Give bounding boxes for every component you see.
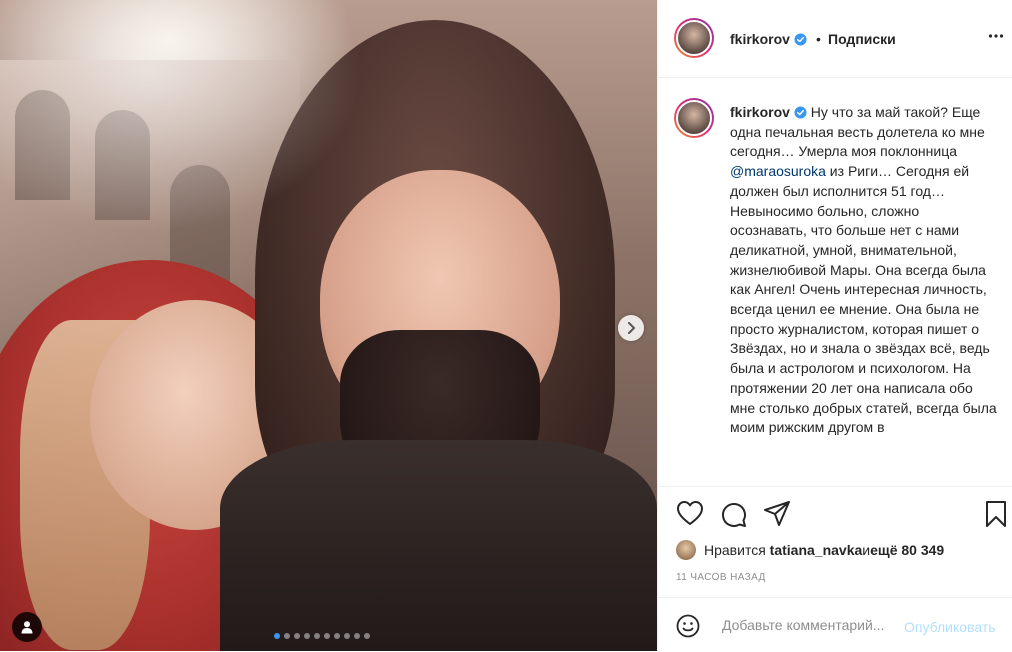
photo-sun-glare bbox=[0, 0, 657, 651]
likes-count[interactable]: ещё 80 349 bbox=[870, 542, 944, 558]
bookmark-icon[interactable] bbox=[984, 500, 1008, 528]
likes-summary: Нравится tatiana_navka и ещё 80 349 bbox=[676, 538, 1006, 562]
likes-prefix: Нравится bbox=[704, 542, 766, 558]
verified-icon bbox=[794, 106, 807, 119]
carousel-next-button[interactable] bbox=[618, 315, 644, 341]
liker-username[interactable]: tatiana_navka bbox=[770, 542, 863, 558]
author-username-text: fkirkorov bbox=[730, 31, 790, 47]
following-button[interactable]: Подписки bbox=[828, 31, 896, 47]
post-timestamp[interactable]: 11 ЧАСОВ НАЗАД bbox=[676, 572, 766, 583]
carousel-dot bbox=[354, 633, 360, 639]
publish-comment-button[interactable]: Опубликовать bbox=[904, 619, 996, 635]
carousel-dot bbox=[364, 633, 370, 639]
caption-avatar bbox=[676, 100, 712, 136]
carousel-indicator bbox=[274, 633, 370, 639]
carousel-dot bbox=[334, 633, 340, 639]
author-avatar bbox=[676, 20, 712, 56]
user-tags-button[interactable] bbox=[12, 612, 42, 642]
carousel-dot bbox=[294, 633, 300, 639]
comment-input[interactable] bbox=[720, 616, 904, 634]
post-caption: fkirkorov Ну что за май такой? Еще одна … bbox=[730, 103, 998, 438]
heart-icon[interactable] bbox=[676, 500, 704, 526]
post-header: fkirkorov • Подписки bbox=[658, 0, 1012, 78]
comment-icon[interactable] bbox=[719, 500, 747, 528]
caption-username[interactable]: fkirkorov bbox=[730, 104, 790, 120]
liker-avatar[interactable] bbox=[676, 540, 696, 560]
comment-bar: Опубликовать bbox=[658, 597, 1012, 652]
emoji-icon[interactable] bbox=[676, 614, 700, 638]
carousel-dot bbox=[284, 633, 290, 639]
carousel-dot bbox=[304, 633, 310, 639]
carousel-dot bbox=[314, 633, 320, 639]
header-separator: • bbox=[816, 31, 821, 47]
carousel-dot bbox=[344, 633, 350, 639]
post-side-panel: fkirkorov • Подписки fkirkorov Ну что за… bbox=[657, 0, 1012, 651]
share-icon[interactable] bbox=[763, 500, 791, 528]
verified-icon bbox=[794, 33, 807, 46]
caption-area: fkirkorov Ну что за май такой? Еще одна … bbox=[658, 78, 1012, 485]
action-bar bbox=[658, 486, 1012, 541]
carousel-dot bbox=[274, 633, 280, 639]
likes-middle: и bbox=[862, 542, 871, 558]
chevron-right-icon bbox=[628, 322, 635, 334]
post-photo[interactable] bbox=[0, 0, 657, 651]
carousel-dot bbox=[324, 633, 330, 639]
more-icon[interactable] bbox=[988, 28, 1004, 44]
author-avatar-ring[interactable] bbox=[674, 18, 714, 58]
author-username[interactable]: fkirkorov bbox=[730, 31, 807, 47]
user-tag-icon bbox=[21, 621, 33, 634]
caption-avatar-ring[interactable] bbox=[674, 98, 714, 138]
caption-mention[interactable]: @maraosuroka bbox=[730, 163, 826, 179]
caption-text-2: из Риги… Сегодня ей должен был исполнитс… bbox=[730, 163, 997, 436]
